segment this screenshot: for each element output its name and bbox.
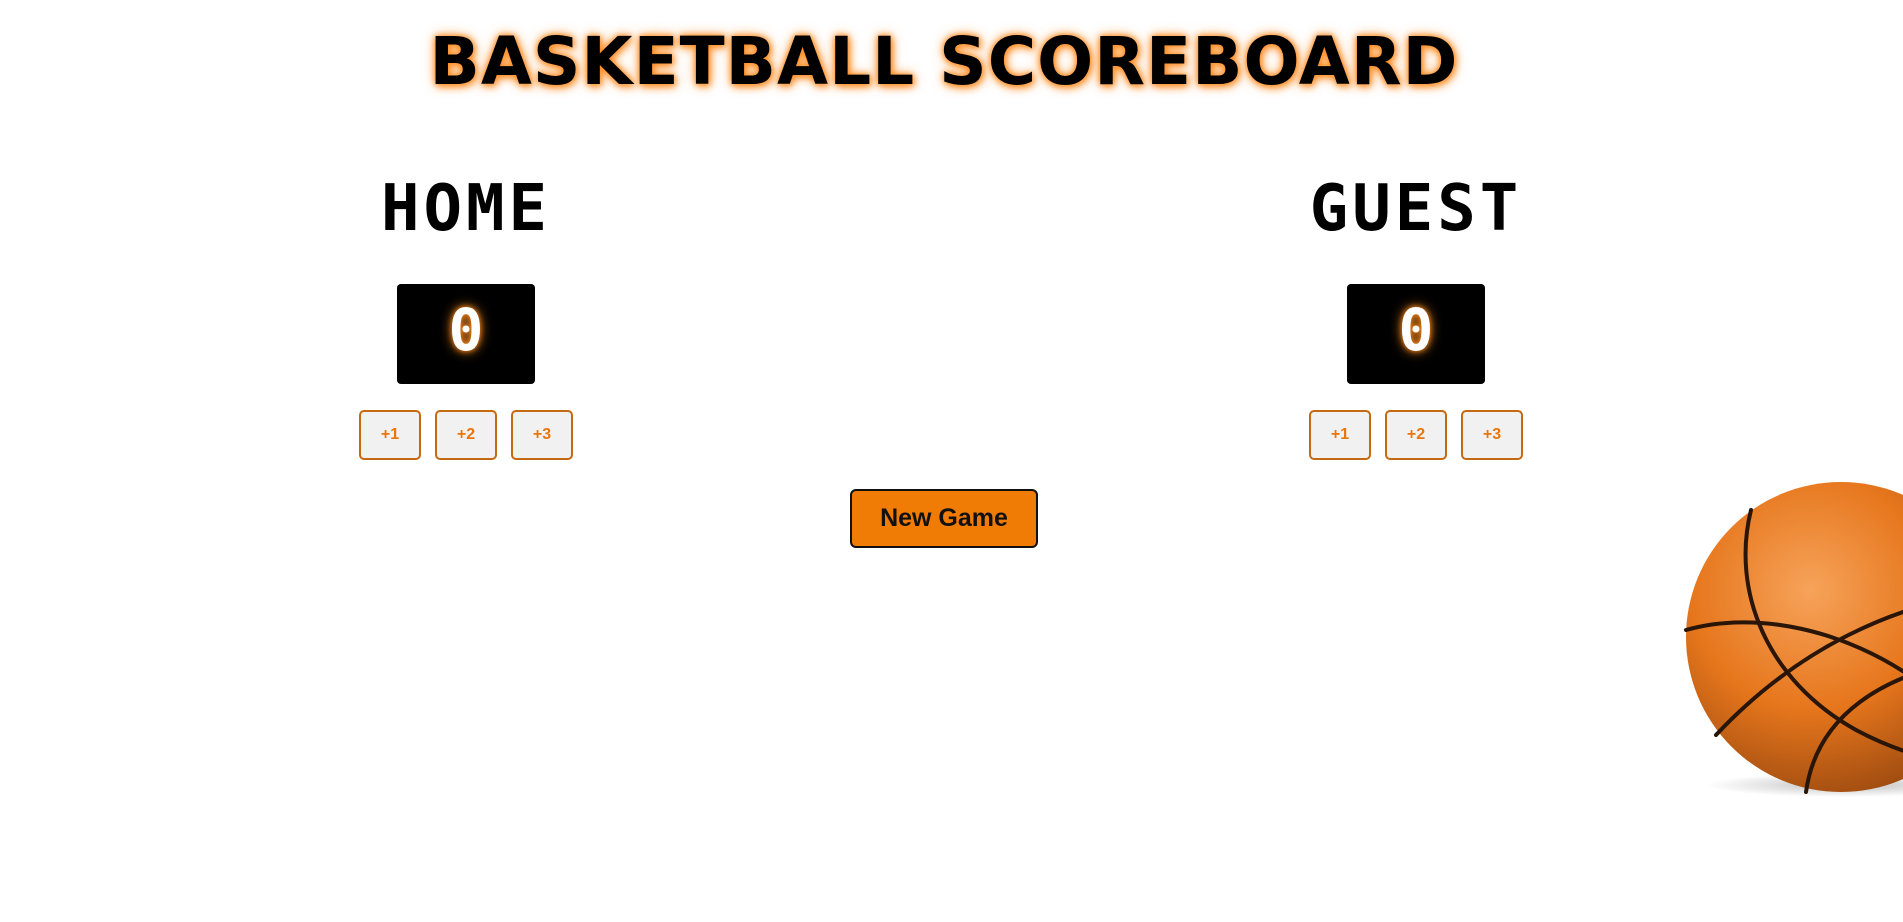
home-score-value: 0	[448, 296, 484, 364]
guest-team-panel: GUEST 0 +1 +2 +3	[1286, 170, 1546, 460]
home-score-display: 0	[397, 284, 535, 384]
home-team-panel: HOME 0 +1 +2 +3	[336, 170, 596, 460]
guest-score-value: 0	[1398, 296, 1434, 364]
scoreboard-page: BASKETBALL SCOREBOARD HOME 0 +1 +2 +3 GU…	[0, 0, 1903, 922]
home-team-name: HOME	[380, 172, 552, 246]
guest-points-buttons: +1 +2 +3	[1286, 410, 1546, 460]
page-title: BASKETBALL SCOREBOARD	[429, 23, 1459, 100]
guest-add-3-button[interactable]: +3	[1461, 410, 1523, 460]
guest-team-name: GUEST	[1309, 172, 1523, 246]
home-add-1-button[interactable]: +1	[359, 410, 421, 460]
basketball-icon	[1684, 482, 1903, 797]
guest-add-2-button[interactable]: +2	[1385, 410, 1447, 460]
new-game-button[interactable]: New Game	[850, 489, 1038, 548]
home-add-3-button[interactable]: +3	[511, 410, 573, 460]
home-points-buttons: +1 +2 +3	[336, 410, 596, 460]
home-add-2-button[interactable]: +2	[435, 410, 497, 460]
guest-add-1-button[interactable]: +1	[1309, 410, 1371, 460]
guest-score-display: 0	[1347, 284, 1485, 384]
